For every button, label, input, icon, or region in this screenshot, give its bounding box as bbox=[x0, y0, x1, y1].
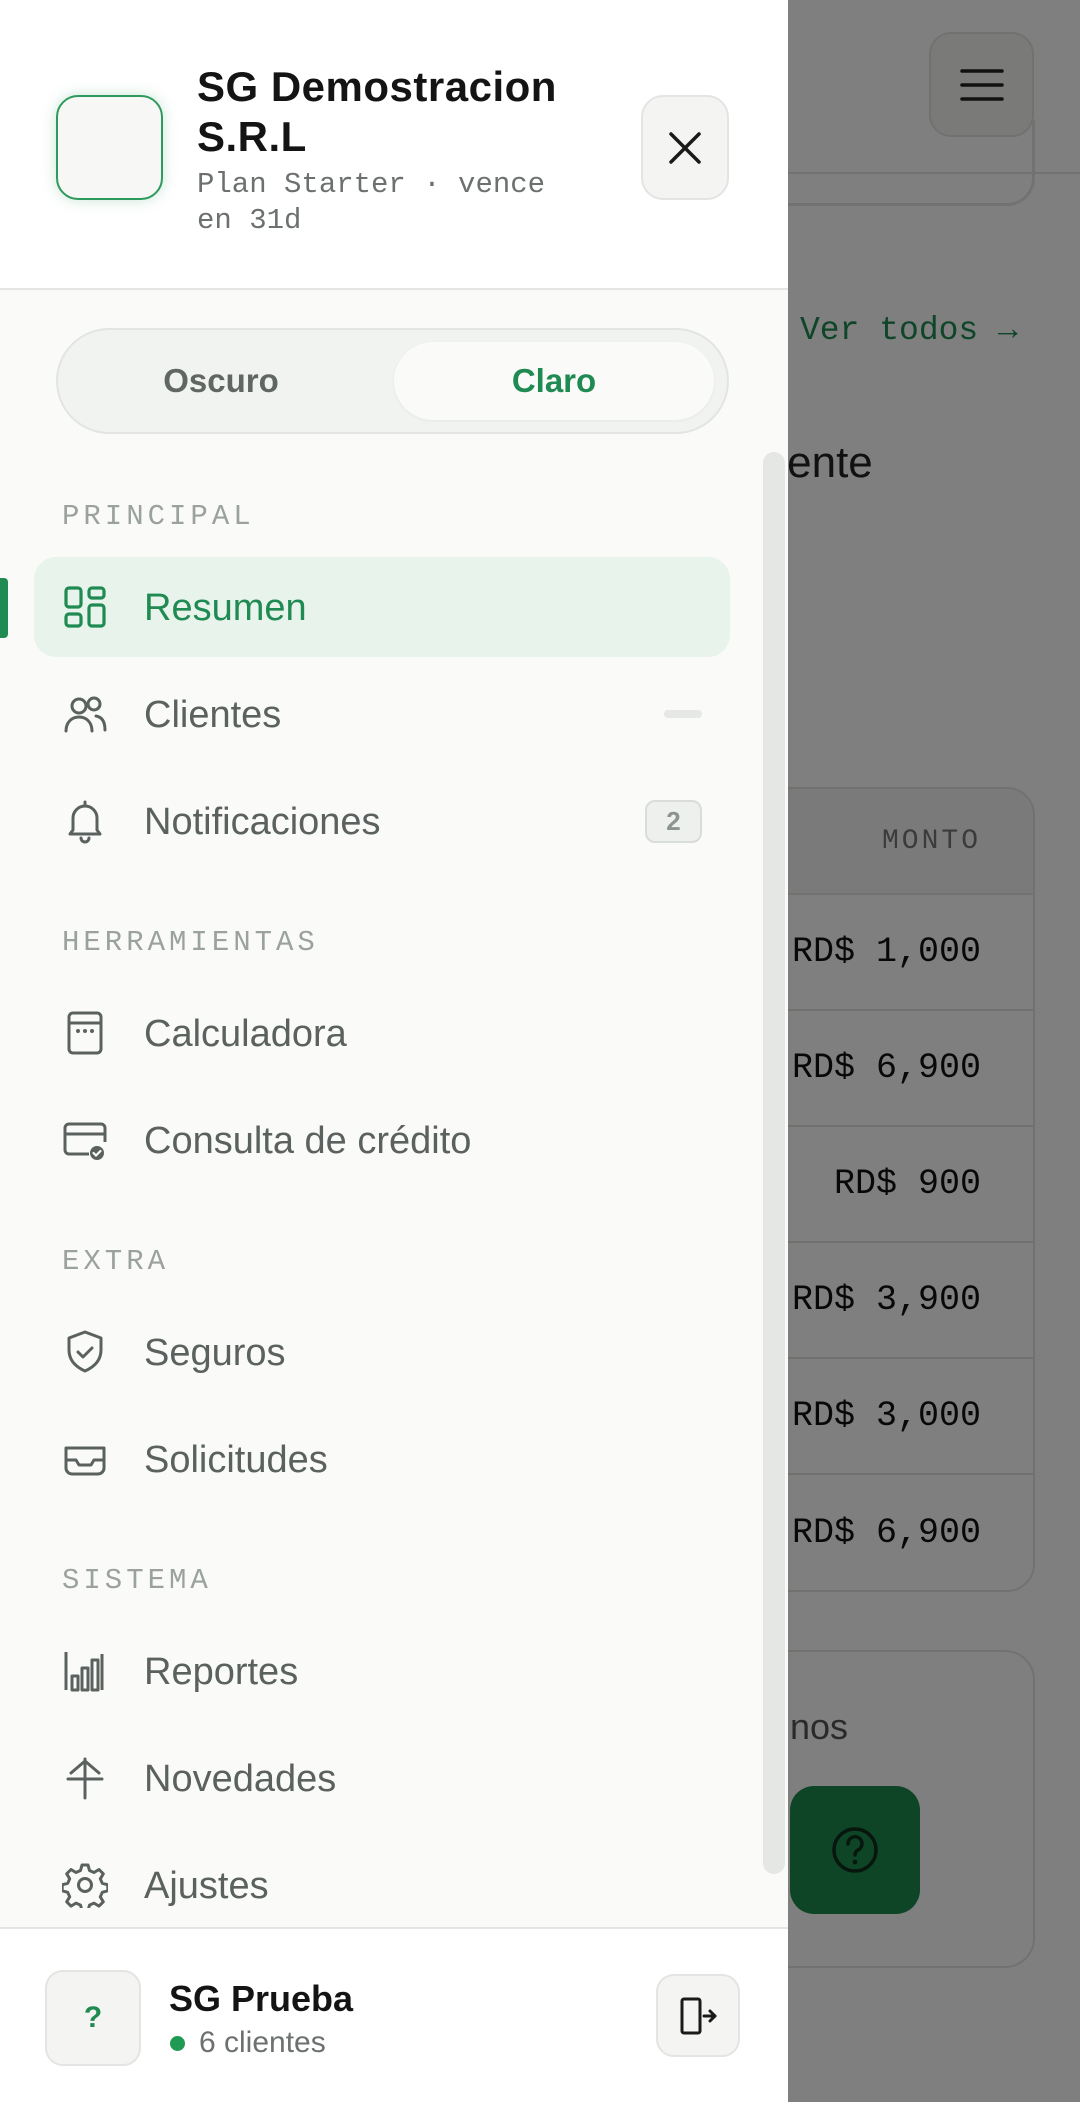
inbox-icon bbox=[62, 1436, 108, 1482]
users-icon bbox=[62, 691, 108, 737]
section-label-herramientas: HERRAMIENTAS bbox=[62, 926, 319, 959]
plan-status: Plan Starter · vence en 31d bbox=[197, 168, 546, 237]
drawer-header: SG Demostracion S.R.L Plan Starter · ven… bbox=[0, 0, 788, 290]
notification-count-badge: 2 bbox=[645, 800, 702, 843]
nav-item-novedades[interactable]: Novedades bbox=[34, 1728, 730, 1828]
bell-icon bbox=[62, 798, 108, 844]
nav-label-solicitudes: Solicitudes bbox=[144, 1439, 328, 1481]
status-dot bbox=[170, 2035, 185, 2051]
nav-label-novedades: Novedades bbox=[144, 1758, 337, 1800]
nav-label-clientes: Clientes bbox=[144, 694, 282, 736]
nav-label-notificaciones: Notificaciones bbox=[144, 801, 381, 843]
avatar[interactable]: ? bbox=[45, 1970, 141, 2066]
client-count: 6 clientes bbox=[199, 2026, 326, 2059]
nav-item-calculadora[interactable]: Calculadora bbox=[34, 983, 730, 1083]
user-name: SG Prueba bbox=[169, 1978, 354, 2019]
active-indicator bbox=[0, 578, 8, 638]
shield-check-icon bbox=[62, 1329, 108, 1375]
nav-label-seguros: Seguros bbox=[144, 1332, 286, 1374]
nav-item-clientes[interactable]: Clientes bbox=[34, 664, 730, 764]
navigation-drawer: SG Demostracion S.R.L Plan Starter · ven… bbox=[0, 0, 788, 2102]
nav-item-solicitudes[interactable]: Solicitudes bbox=[34, 1409, 730, 1509]
loading-badge bbox=[664, 710, 702, 718]
theme-option-dark[interactable]: Oscuro bbox=[58, 342, 384, 420]
nav-item-seguros[interactable]: Seguros bbox=[34, 1302, 730, 1402]
theme-toggle: Oscuro Claro bbox=[56, 328, 729, 434]
nav-item-ajustes[interactable]: Ajustes bbox=[34, 1835, 730, 1935]
org-logo bbox=[56, 95, 163, 200]
gear-icon bbox=[62, 1862, 108, 1908]
bar-chart-icon bbox=[62, 1648, 108, 1694]
nav-label-consulta-credito: Consulta de crédito bbox=[144, 1120, 472, 1162]
drawer-footer: ? SG Prueba 6 clientes bbox=[0, 1927, 788, 2102]
user-status: 6 clientes bbox=[169, 2026, 326, 2060]
grid-icon bbox=[62, 584, 108, 630]
nav-label-reportes: Reportes bbox=[144, 1651, 299, 1693]
close-button[interactable] bbox=[641, 95, 729, 200]
nav-label-resumen: Resumen bbox=[144, 587, 307, 629]
nav-item-resumen[interactable]: Resumen bbox=[34, 557, 730, 657]
nav-label-ajustes: Ajustes bbox=[144, 1865, 269, 1907]
logout-button[interactable] bbox=[656, 1974, 740, 2057]
section-label-extra: EXTRA bbox=[62, 1245, 170, 1278]
logout-icon bbox=[678, 1996, 718, 2036]
nav-label-calculadora: Calculadora bbox=[144, 1013, 347, 1055]
credit-card-check-icon bbox=[62, 1117, 108, 1163]
calculator-icon bbox=[62, 1010, 108, 1056]
nav-item-reportes[interactable]: Reportes bbox=[34, 1621, 730, 1721]
nav-item-consulta-credito[interactable]: Consulta de crédito bbox=[34, 1090, 730, 1190]
section-label-sistema: SISTEMA bbox=[62, 1564, 212, 1597]
close-icon bbox=[667, 130, 703, 166]
org-name: SG Demostracion S.R.L bbox=[197, 63, 557, 160]
signpost-icon bbox=[62, 1755, 108, 1801]
theme-option-light[interactable]: Claro bbox=[394, 342, 714, 420]
scrollbar[interactable] bbox=[763, 452, 785, 1874]
nav-item-notificaciones[interactable]: Notificaciones 2 bbox=[34, 771, 730, 871]
section-label-principal: PRINCIPAL bbox=[62, 500, 255, 533]
